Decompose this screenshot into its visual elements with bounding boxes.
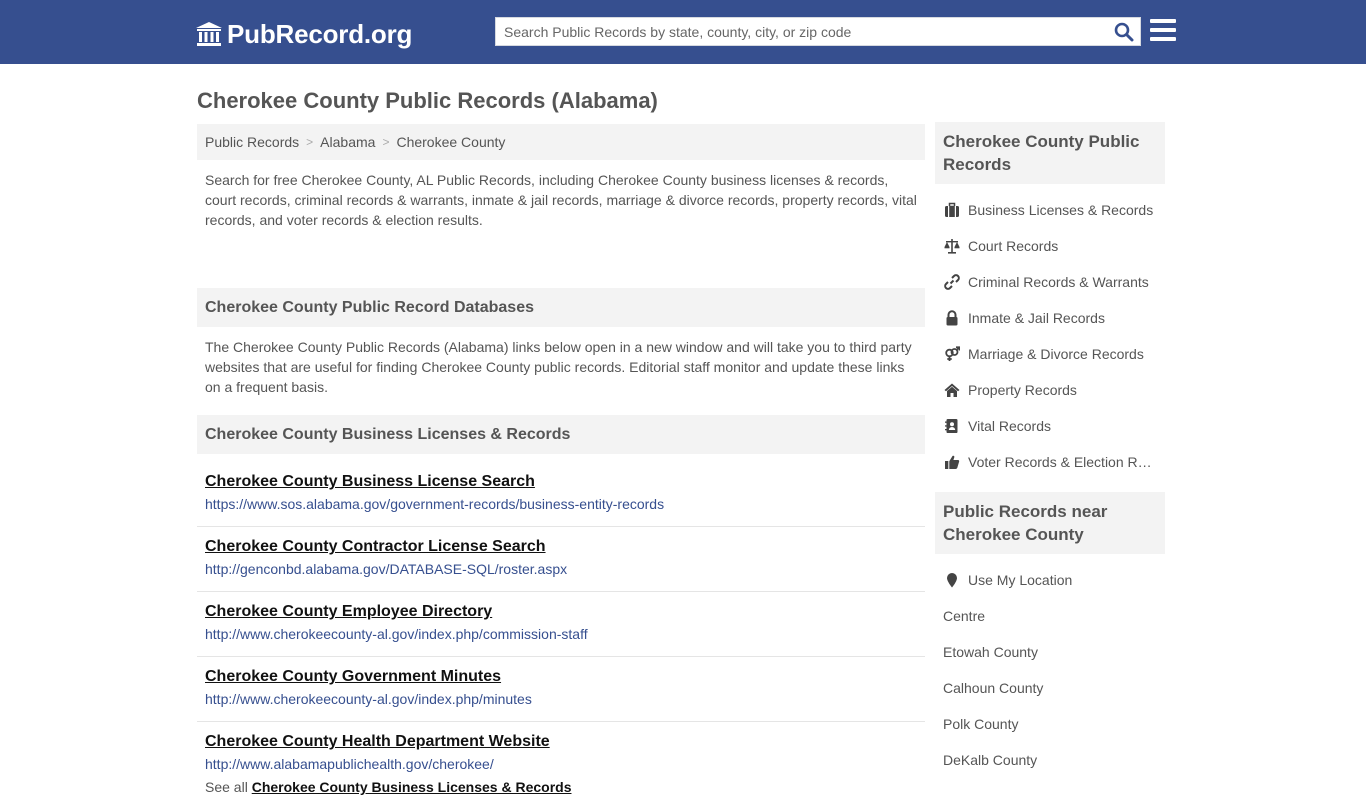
databases-description: The Cherokee County Public Records (Alab… [205, 339, 912, 395]
list-item: Cherokee County Health Department Websit… [197, 722, 925, 787]
sidebar-item-label: Vital Records [968, 418, 1052, 434]
courthouse-icon [196, 22, 222, 46]
sidebar-near-list: Use My Location Centre Etowah County Cal… [935, 554, 1165, 778]
menu-bar [1150, 19, 1176, 23]
intro-text: Search for free Cherokee County, AL Publ… [205, 172, 917, 228]
sidebar-item-label: Criminal Records & Warrants [968, 274, 1149, 290]
sidebar-item-business[interactable]: Business Licenses & Records [935, 192, 1165, 228]
nearby-link[interactable]: Centre [935, 598, 1165, 634]
record-link-url[interactable]: http://www.alabamapublichealth.gov/chero… [205, 756, 917, 773]
see-all-prefix: See all [205, 779, 248, 795]
menu-bar [1150, 28, 1176, 32]
see-all-row: See all Cherokee County Business License… [197, 779, 925, 795]
search-input[interactable] [496, 18, 1096, 45]
venus-mars-icon [943, 346, 961, 362]
briefcase-icon [943, 202, 961, 218]
map-marker-icon [943, 572, 961, 588]
record-link-title[interactable]: Cherokee County Contractor License Searc… [205, 537, 917, 557]
record-link-title[interactable]: Cherokee County Government Minutes [205, 667, 917, 687]
business-heading: Cherokee County Business Licenses & Reco… [197, 415, 925, 454]
home-icon [943, 382, 961, 398]
search-box [495, 17, 1141, 46]
search-button[interactable] [1114, 22, 1134, 42]
breadcrumb-separator: > [382, 135, 390, 149]
sidebar-item-property[interactable]: Property Records [935, 372, 1165, 408]
use-my-location-link[interactable]: Use My Location [935, 562, 1165, 598]
sidebar-item-label: Property Records [968, 382, 1077, 398]
sidebar-item-marriage[interactable]: Marriage & Divorce Records [935, 336, 1165, 372]
list-item: Cherokee County Contractor License Searc… [197, 527, 925, 592]
record-link-url[interactable]: https://www.sos.alabama.gov/government-r… [205, 496, 917, 513]
list-item: Cherokee County Employee Directory http:… [197, 592, 925, 657]
hamburger-menu-button[interactable] [1150, 19, 1176, 41]
sidebar-records-list: Business Licenses & Records Court Record… [935, 184, 1165, 492]
sidebar-item-voter[interactable]: Voter Records & Election Results [935, 444, 1165, 480]
breadcrumb-current: Cherokee County [396, 134, 506, 150]
thumbs-up-icon [943, 454, 961, 470]
link-icon [943, 274, 961, 290]
record-link-title[interactable]: Cherokee County Employee Directory [205, 602, 917, 622]
sidebar-item-label: Court Records [968, 238, 1059, 254]
record-link-url[interactable]: http://genconbd.alabama.gov/DATABASE-SQL… [205, 561, 917, 578]
main-content: Public Records > Alabama > Cherokee Coun… [197, 124, 925, 795]
site-logo[interactable]: PubRecord.org [195, 17, 412, 51]
sidebar-near-heading: Public Records near Cherokee County [935, 492, 1165, 554]
list-item: Cherokee County Government Minutes http:… [197, 657, 925, 722]
nearby-link[interactable]: DeKalb County [935, 742, 1165, 778]
record-link-title[interactable]: Cherokee County Health Department Websit… [205, 732, 917, 752]
list-item: Cherokee County Business License Search … [197, 462, 925, 527]
record-link-url[interactable]: http://www.cherokeecounty-al.gov/index.p… [205, 626, 917, 643]
balance-scale-icon [943, 238, 961, 254]
nearby-link[interactable]: Etowah County [935, 634, 1165, 670]
breadcrumb: Public Records > Alabama > Cherokee Coun… [197, 124, 925, 160]
record-link-url[interactable]: http://www.cherokeecounty-al.gov/index.p… [205, 691, 917, 708]
nearby-link[interactable]: Calhoun County [935, 670, 1165, 706]
business-links-list: Cherokee County Business License Search … [197, 462, 925, 787]
sidebar-item-criminal[interactable]: Criminal Records & Warrants [935, 264, 1165, 300]
see-all-link[interactable]: Cherokee County Business Licenses & Reco… [252, 779, 572, 795]
sidebar-item-label: Business Licenses & Records [968, 202, 1154, 218]
address-book-icon [943, 418, 961, 434]
nearby-link[interactable]: Polk County [935, 706, 1165, 742]
top-navbar: PubRecord.org [0, 0, 1366, 64]
sidebar-item-label: Voter Records & Election Results [968, 454, 1158, 470]
sidebar-item-vital[interactable]: Vital Records [935, 408, 1165, 444]
breadcrumb-public-records[interactable]: Public Records [205, 134, 299, 150]
search-icon [1114, 22, 1134, 42]
menu-bar [1150, 37, 1176, 41]
use-my-location-label: Use My Location [968, 572, 1073, 588]
sidebar-item-label: Marriage & Divorce Records [968, 346, 1144, 362]
lock-icon [943, 310, 961, 326]
record-link-title[interactable]: Cherokee County Business License Search [205, 472, 917, 492]
sidebar-item-court[interactable]: Court Records [935, 228, 1165, 264]
sidebar-item-inmate[interactable]: Inmate & Jail Records [935, 300, 1165, 336]
sidebar-item-label: Inmate & Jail Records [968, 310, 1105, 326]
databases-heading: Cherokee County Public Record Databases [197, 288, 925, 327]
sidebar-records-heading: Cherokee County Public Records [935, 122, 1165, 184]
breadcrumb-alabama[interactable]: Alabama [320, 134, 375, 150]
logo-text: PubRecord.org [227, 18, 413, 49]
page-title: Cherokee County Public Records (Alabama) [197, 88, 658, 113]
breadcrumb-separator: > [306, 135, 314, 149]
sidebar: Cherokee County Public Records Business … [935, 122, 1165, 778]
